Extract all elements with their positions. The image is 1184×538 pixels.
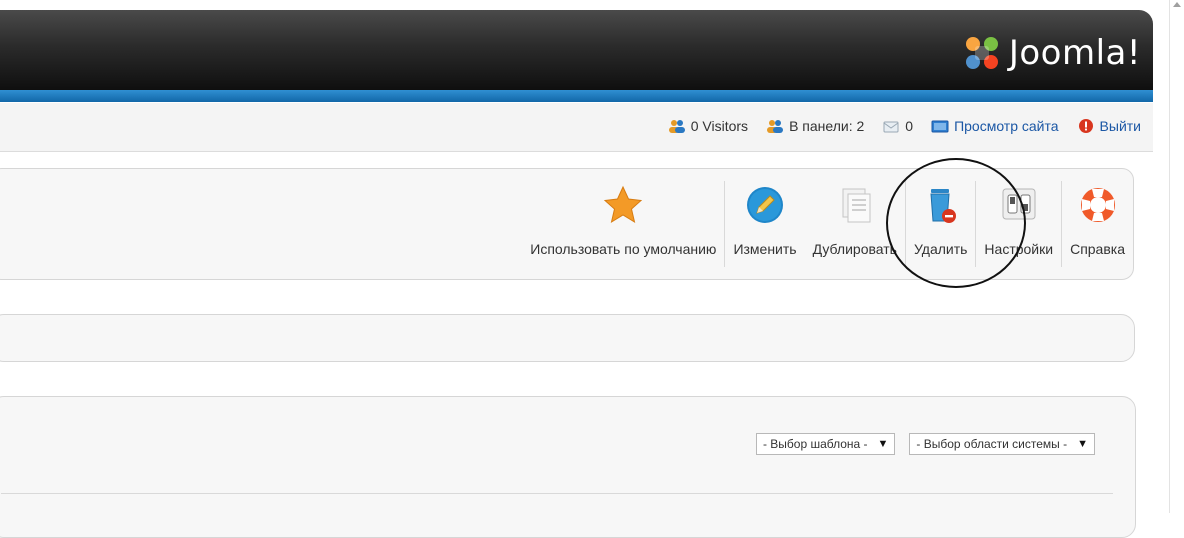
delete-button[interactable]: Удалить [906,169,975,279]
make-default-label: Использовать по умолчанию [530,241,717,257]
lifebuoy-icon [1080,188,1115,222]
filter-panel: - Выбор шаблона - ▼ - Выбор области сист… [0,396,1136,538]
users-icon [668,120,685,133]
dropdown-arrow-icon: ▼ [877,438,889,450]
help-button[interactable]: Справка [1062,169,1133,279]
duplicate-button[interactable]: Дублировать [805,169,905,279]
star-icon [604,185,643,224]
copy-icon [842,188,871,223]
joomla-wordmark: Joomla! [1008,33,1141,73]
help-label: Справка [1070,241,1125,257]
vertical-scrollbar[interactable] [1169,0,1184,513]
status-bar: 0 Visitors В панели: 2 0 Просмотр сайта … [0,103,1153,152]
duplicate-label: Дублировать [812,241,897,257]
delete-label: Удалить [913,241,968,257]
dropdown-arrow-icon: ▼ [1077,438,1088,450]
admin-header: Joomla! [0,10,1153,90]
edit-button[interactable]: Изменить [725,169,804,279]
filter-divider [1,493,1113,494]
edit-label: Изменить [733,241,797,257]
mail-icon [883,121,899,133]
admins-count: В панели: 2 [766,118,864,134]
client-filter-value: - Выбор области системы - [916,437,1068,451]
logout-link[interactable]: Выйти [1077,118,1141,134]
template-filter-select[interactable]: - Выбор шаблона - ▼ [755,433,896,455]
logout-icon [1078,119,1093,133]
monitor-icon [931,120,949,133]
admins-icon [767,120,784,133]
messages-count[interactable]: 0 [882,118,913,134]
edit-pencil-icon [747,187,784,223]
template-filter-value: - Выбор шаблона - [762,437,868,451]
options-label: Настройки [984,241,1054,257]
make-default-button[interactable]: Использовать по умолчанию [522,169,724,279]
header-accent-stripe [0,90,1153,102]
options-button[interactable]: Настройки [976,169,1061,279]
options-switch-icon [1002,188,1036,220]
view-site-link[interactable]: Просмотр сайта [931,118,1059,134]
system-message-panel [0,314,1135,362]
client-filter-select[interactable]: - Выбор области системы - ▼ [909,433,1095,455]
joomla-logo-icon [965,37,998,69]
trash-icon [930,189,956,223]
scroll-up-arrow-icon[interactable] [1173,2,1181,7]
visitors-count: 0 Visitors [668,118,748,134]
joomla-logo[interactable]: Joomla! [961,32,1141,74]
toolbar: Использовать по умолчанию Изменить Дубли… [0,168,1134,280]
